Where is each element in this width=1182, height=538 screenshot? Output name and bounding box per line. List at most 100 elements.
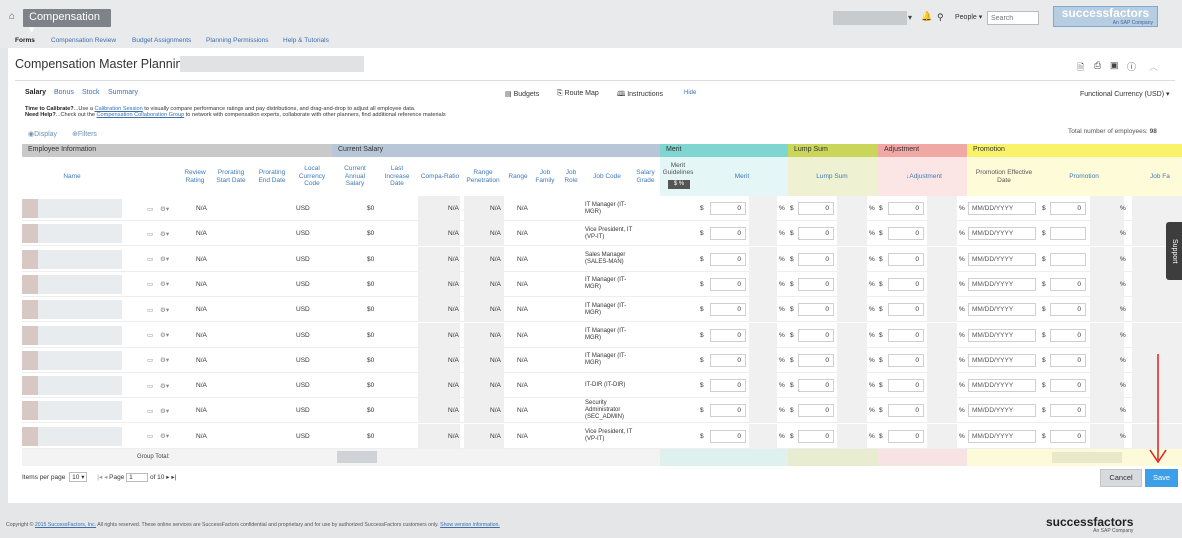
merit-input[interactable]: 0 (710, 429, 746, 443)
gear-icon[interactable]: ⚙▾ (160, 221, 174, 246)
save-disk-icon[interactable]: ▣ (1110, 60, 1119, 71)
gear-icon[interactable]: ⚙▾ (160, 424, 174, 449)
employee-name-blurred[interactable] (22, 249, 122, 269)
search-icon[interactable]: ⚲ (937, 12, 944, 23)
nav-planning-permissions[interactable]: Planning Permissions (206, 37, 269, 44)
gear-icon[interactable]: ⚙▾ (160, 398, 174, 423)
page-input[interactable]: 1 (126, 473, 149, 482)
display-button[interactable]: ◉Display (28, 130, 57, 138)
items-per-page-select[interactable]: 10 ▾ (69, 472, 88, 482)
adjustment-input[interactable]: 0 (888, 303, 924, 317)
promotion-input[interactable] (1050, 252, 1086, 266)
print-icon[interactable]: ⎙ (1094, 60, 1101, 71)
lump-sum-input[interactable]: 0 (798, 227, 834, 241)
promotion-input[interactable]: 0 (1050, 353, 1086, 367)
tab-summary[interactable]: Summary (108, 89, 138, 96)
comment-icon[interactable]: ▭ (147, 348, 159, 373)
gear-icon[interactable]: ⚙▾ (160, 348, 174, 373)
instructions-button[interactable]: 🕮 Instructions (617, 90, 663, 101)
dollar-percent-toggle[interactable]: $ % (668, 180, 690, 189)
col-promotion[interactable]: Promotion (1052, 157, 1116, 196)
info-icon[interactable]: ⓘ (1127, 60, 1136, 73)
comment-icon[interactable]: ▭ (147, 323, 159, 348)
merit-input[interactable]: 0 (710, 252, 746, 266)
support-tab[interactable]: Support (1166, 222, 1182, 280)
comment-icon[interactable]: ▭ (147, 221, 159, 246)
col-prorating-end[interactable]: Prorating End Date (253, 157, 291, 196)
version-info-link[interactable]: Show version information. (440, 522, 500, 528)
lump-sum-input[interactable]: 0 (798, 353, 834, 367)
filters-button[interactable]: ⊕Filters (72, 130, 97, 138)
hide-link[interactable]: Hide (684, 90, 696, 96)
currency-dropdown[interactable]: Functional Currency (USD) ▾ (1080, 90, 1169, 98)
employee-name-blurred[interactable] (22, 325, 122, 345)
col-local-currency[interactable]: Local Currency Code (294, 157, 330, 196)
search-input[interactable] (987, 11, 1039, 25)
col-lump-sum[interactable]: Lump Sum (802, 157, 862, 196)
merit-input[interactable]: 0 (710, 379, 746, 393)
budgets-button[interactable]: ▤ Budgets (505, 90, 539, 98)
employee-name-blurred[interactable] (22, 199, 122, 218)
promotion-date-input[interactable]: MM/DD/YYYY (968, 353, 1036, 367)
people-dropdown[interactable]: People ▾ (955, 13, 982, 21)
nav-help-tutorials[interactable]: Help & Tutorials (283, 37, 329, 44)
gear-icon[interactable]: ⚙▾ (160, 247, 174, 272)
employee-name-blurred[interactable] (22, 274, 122, 294)
promotion-date-input[interactable]: MM/DD/YYYY (968, 303, 1036, 317)
promotion-input[interactable]: 0 (1050, 379, 1086, 393)
gear-icon[interactable]: ⚙▾ (160, 297, 174, 322)
save-button[interactable]: Save (1145, 469, 1178, 487)
nav-budget-assignments[interactable]: Budget Assignments (132, 37, 191, 44)
promotion-date-input[interactable]: MM/DD/YYYY (968, 252, 1036, 266)
promotion-input[interactable]: 0 (1050, 328, 1086, 342)
promotion-input[interactable] (1050, 227, 1086, 241)
merit-input[interactable]: 0 (710, 404, 746, 418)
comment-icon[interactable]: ▭ (147, 247, 159, 272)
tab-bonus[interactable]: Bonus (54, 89, 74, 96)
adjustment-input[interactable]: 0 (888, 429, 924, 443)
lump-sum-input[interactable]: 0 (798, 379, 834, 393)
copyright-link[interactable]: 2015 SuccessFactors, Inc. (35, 522, 96, 528)
lump-sum-input[interactable]: 0 (798, 202, 834, 215)
comment-icon[interactable]: ▭ (147, 424, 159, 449)
promotion-date-input[interactable]: MM/DD/YYYY (968, 328, 1036, 342)
adjustment-input[interactable]: 0 (888, 328, 924, 342)
comment-icon[interactable]: ▭ (147, 297, 159, 322)
lump-sum-input[interactable]: 0 (798, 277, 834, 291)
lump-sum-input[interactable]: 0 (798, 252, 834, 266)
col-merit[interactable]: Merit (712, 157, 772, 196)
lump-sum-input[interactable]: 0 (798, 429, 834, 443)
employee-name-blurred[interactable] (22, 376, 122, 396)
adjustment-input[interactable]: 0 (888, 379, 924, 393)
comment-icon[interactable]: ▭ (147, 398, 159, 423)
comment-icon[interactable]: ▭ (147, 373, 159, 398)
col-job-code[interactable]: Job Code (586, 157, 628, 196)
promotion-date-input[interactable]: MM/DD/YYYY (968, 277, 1036, 291)
promotion-date-input[interactable]: MM/DD/YYYY (968, 227, 1036, 241)
promotion-date-input[interactable]: MM/DD/YYYY (968, 379, 1036, 393)
col-review-rating[interactable]: Review Rating (179, 157, 211, 196)
first-page-icon[interactable]: |◂ (97, 474, 102, 481)
nav-compensation-review[interactable]: Compensation Review (51, 37, 116, 44)
adjustment-input[interactable]: 0 (888, 227, 924, 241)
caret-down-icon[interactable]: ▾ (908, 13, 912, 22)
adjustment-input[interactable]: 0 (888, 202, 924, 215)
employee-name-blurred[interactable] (22, 300, 122, 320)
comment-icon[interactable]: ▭ (147, 196, 159, 221)
employee-name-blurred[interactable] (22, 224, 122, 244)
prev-page-icon[interactable]: ◂ (104, 474, 107, 481)
merit-input[interactable]: 0 (710, 303, 746, 317)
promotion-date-input[interactable]: MM/DD/YYYY (968, 202, 1036, 215)
promotion-input[interactable]: 0 (1050, 277, 1086, 291)
promotion-input[interactable]: 0 (1050, 202, 1086, 215)
promotion-input[interactable]: 0 (1050, 303, 1086, 317)
bell-icon[interactable]: 🔔 (921, 11, 932, 22)
col-range[interactable]: Range (506, 157, 530, 196)
col-promotion-effective-date[interactable]: Promotion Effective Date (970, 157, 1038, 196)
employee-name-blurred[interactable] (22, 401, 122, 421)
module-switcher[interactable]: Compensation ▾ (23, 9, 111, 36)
col-job-role[interactable]: Job Role (560, 157, 582, 196)
comment-icon[interactable]: ▭ (147, 272, 159, 297)
gear-icon[interactable]: ⚙▾ (160, 272, 174, 297)
col-compa-ratio[interactable]: Compa-Ratio (418, 157, 462, 196)
